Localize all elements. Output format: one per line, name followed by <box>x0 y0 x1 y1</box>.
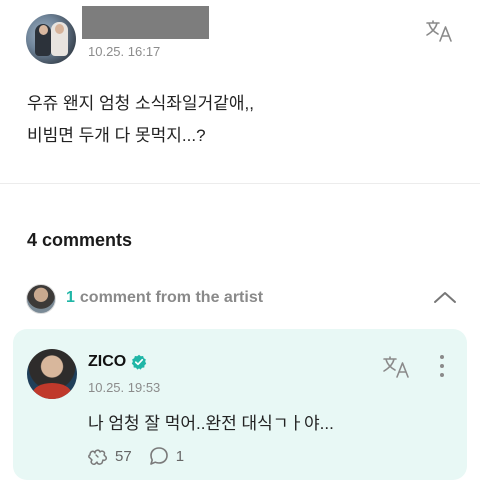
more-vertical-icon <box>440 355 444 377</box>
artist-comment-label: comment from the artist <box>79 289 264 306</box>
comment-translate-button[interactable] <box>381 354 411 380</box>
like-icon <box>88 449 107 465</box>
artist-name: ZICO <box>88 353 127 370</box>
artist-avatar-small <box>26 284 56 314</box>
reply-count: 1 <box>175 447 185 465</box>
artist-comment-count: 1 <box>66 289 75 306</box>
post-time: 10.25. 16:17 <box>88 44 161 59</box>
artist-comment-card: ZICO 10.25. 19:53 나 엄청 잘 먹어..완전 대식ㄱㅏ야...… <box>13 329 467 480</box>
like-count: 57 <box>115 447 132 465</box>
artist-comments-toggle[interactable]: 1 comment from the artist <box>66 289 263 307</box>
post-body-line-1: 우쥬 왠지 엄청 소식좌일거같애,, <box>27 94 254 113</box>
reply-button[interactable]: 1 <box>148 445 184 467</box>
more-options-button[interactable] <box>435 353 449 379</box>
comment-time: 10.25. 19:53 <box>88 380 161 395</box>
redacted-author-name <box>82 6 209 39</box>
comments-count: 4 comments <box>27 230 133 250</box>
avatar-shirt <box>33 383 71 399</box>
artist-avatar[interactable] <box>27 349 77 399</box>
avatar-face-left <box>39 25 48 35</box>
reply-icon <box>149 447 168 465</box>
like-button[interactable]: 57 <box>87 445 132 467</box>
post-body-line-2: 비빔면 두개 다 못먹지...? <box>27 126 206 145</box>
post-author-avatar[interactable] <box>26 14 76 64</box>
section-divider <box>0 183 480 184</box>
translate-icon <box>383 356 409 378</box>
post-body: 우쥬 왠지 엄청 소식좌일거같애,, 비빔면 두개 다 못먹지...? <box>27 88 447 152</box>
comment-text: 나 엄청 잘 먹어..완전 대식ㄱㅏ야... <box>88 414 334 433</box>
collapse-button[interactable] <box>432 288 458 306</box>
verified-icon <box>132 354 147 370</box>
post-translate-button[interactable] <box>424 18 454 44</box>
translate-icon <box>426 20 452 42</box>
chevron-up-icon <box>434 292 456 303</box>
artist-name-row[interactable]: ZICO <box>88 353 147 371</box>
comment-actions: 57 1 <box>87 445 184 467</box>
avatar-face-right <box>55 24 64 34</box>
